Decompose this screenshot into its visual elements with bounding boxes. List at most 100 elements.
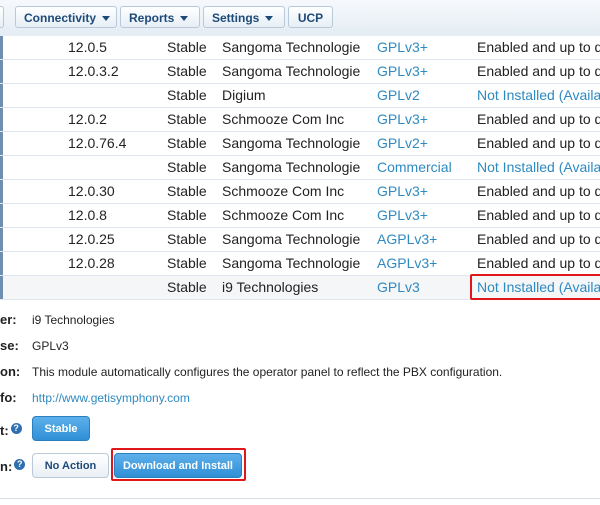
module-track: Stable [167,207,207,223]
module-publisher: Sangoma Technologie [222,39,361,55]
module-license: GPLv3 [377,279,420,295]
row-edge-marker [0,84,3,107]
module-row[interactable]: 12.0.2 Stable Schmooze Com Inc GPLv3+ Enable… [0,108,600,132]
module-row[interactable]: 12.0.76.4 Stable Sangoma Technologie GPLv2+… [0,132,600,156]
module-version: 12.0.30 [68,183,115,199]
module-version: 12.0.5 [68,39,107,55]
chevron-down-icon [102,16,111,22]
row-edge-marker [0,132,3,155]
reports-menu-label: Reports [129,11,175,25]
module-track: Stable [167,111,207,127]
module-publisher: Sangoma Technologie [222,63,361,79]
module-license: GPLv2 [377,87,420,103]
help-icon[interactable]: ? [14,459,26,470]
module-license: GPLv3+ [377,63,428,79]
action-label-row: n:? [0,459,26,474]
module-row[interactable]: 12.0.30 Stable Schmooze Com Inc GPLv3+ Enabl… [0,180,600,204]
row-edge-marker [0,180,3,203]
publisher-label: er: [0,312,17,327]
more-info-label: fo: [0,390,17,405]
module-row[interactable]: 12.0.25 Stable Sangoma Technologie AGPLv3+ E… [0,228,600,252]
more-info-link[interactable]: http://www.getisymphony.com [32,391,190,405]
module-publisher: Sangoma Technologie [222,231,361,247]
module-publisher: Schmooze Com Inc [222,183,345,199]
module-list: 12.0.5 Stable Sangoma Technologie GPLv3+ Ena… [0,36,600,300]
row-edge-marker [0,204,3,227]
module-detail-panel: er: i9 Technologies se: GPLv3 on: This m… [0,296,600,505]
ucp-menu-label: UCP [297,11,324,25]
chevron-down-icon [265,16,274,22]
module-track: Stable [167,39,207,55]
module-publisher: Schmooze Com Inc [222,111,345,127]
connectivity-menu-label: Connectivity [24,11,97,25]
module-version: 12.0.28 [68,255,115,271]
help-icon[interactable]: ? [10,423,22,434]
module-row[interactable]: 12.0.28 Stable Sangoma Technologie AGPLv3+ E… [0,252,600,276]
module-license: Commercial [377,159,452,175]
module-license: AGPLv3+ [377,231,438,247]
row-edge-marker [0,36,3,59]
module-status: Enabled and up to d [477,231,600,247]
publisher-value: i9 Technologies [32,313,115,327]
module-track: Stable [167,135,207,151]
download-highlight-box [111,448,246,481]
module-row[interactable]: Stable Digium GPLv2 Not Installed (Availa [0,84,600,108]
module-status: Enabled and up to d [477,63,600,79]
module-status[interactable]: Not Installed (Availa [477,156,600,178]
module-track: Stable [167,255,207,271]
row-edge-marker [0,228,3,251]
row-edge-marker [0,60,3,83]
no-action-button[interactable]: No Action [32,453,109,478]
track-stable-button[interactable]: Stable [32,416,90,441]
module-track: Stable [167,231,207,247]
settings-menu-button[interactable]: Settings [203,6,285,28]
module-status[interactable]: Not Installed (Availa [477,84,600,106]
divider [0,498,600,499]
module-publisher: Sangoma Technologie [222,159,361,175]
module-version: 12.0.8 [68,207,107,223]
module-license: GPLv2+ [377,135,428,151]
module-row[interactable]: Stable Sangoma Technologie Commercial Not I… [0,156,600,180]
module-publisher: Schmooze Com Inc [222,207,345,223]
module-license: GPLv3+ [377,207,428,223]
chevron-down-icon [180,16,189,22]
module-track: Stable [167,63,207,79]
module-license: GPLv3+ [377,183,428,199]
module-status: Enabled and up to d [477,183,600,199]
module-publisher: i9 Technologies [222,279,319,295]
module-status: Enabled and up to d [477,207,600,223]
module-status: Enabled and up to d [477,135,600,151]
top-navigation-bar: Connectivity Reports Settings UCP [0,0,600,37]
description-value: This module automatically configures the… [32,365,503,379]
module-status: Enabled and up to d [477,255,600,271]
reports-menu-button[interactable]: Reports [120,6,200,28]
module-version: 12.0.76.4 [68,135,127,151]
description-label: on: [0,364,21,379]
module-row[interactable]: 12.0.5 Stable Sangoma Technologie GPLv3+ Ena… [0,36,600,60]
module-version: 12.0.3.2 [68,63,119,79]
module-license: GPLv3+ [377,39,428,55]
ucp-menu-button[interactable]: UCP [288,6,333,28]
module-status: Enabled and up to d [477,39,600,55]
track-label: t: [0,423,9,438]
module-status: Enabled and up to d [477,111,600,127]
license-value: GPLv3 [32,339,69,353]
module-version: 12.0.2 [68,111,107,127]
module-row[interactable]: 12.0.3.2 Stable Sangoma Technologie GPLv3+ E… [0,60,600,84]
row-edge-marker [0,252,3,275]
module-publisher: Sangoma Technologie [222,135,361,151]
license-label: se: [0,338,19,353]
settings-menu-label: Settings [212,11,260,25]
module-version: 12.0.25 [68,231,115,247]
action-label: n: [0,459,13,474]
connectivity-menu-button[interactable]: Connectivity [15,6,117,28]
module-publisher: Digium [222,87,266,103]
nav-button-partial[interactable] [0,6,4,28]
module-track: Stable [167,279,207,295]
module-license: GPLv3+ [377,111,428,127]
module-track: Stable [167,159,207,175]
module-row[interactable]: 12.0.8 Stable Schmooze Com Inc GPLv3+ Enable… [0,204,600,228]
module-track: Stable [167,183,207,199]
row-edge-marker [0,156,3,179]
module-license: AGPLv3+ [377,255,438,271]
